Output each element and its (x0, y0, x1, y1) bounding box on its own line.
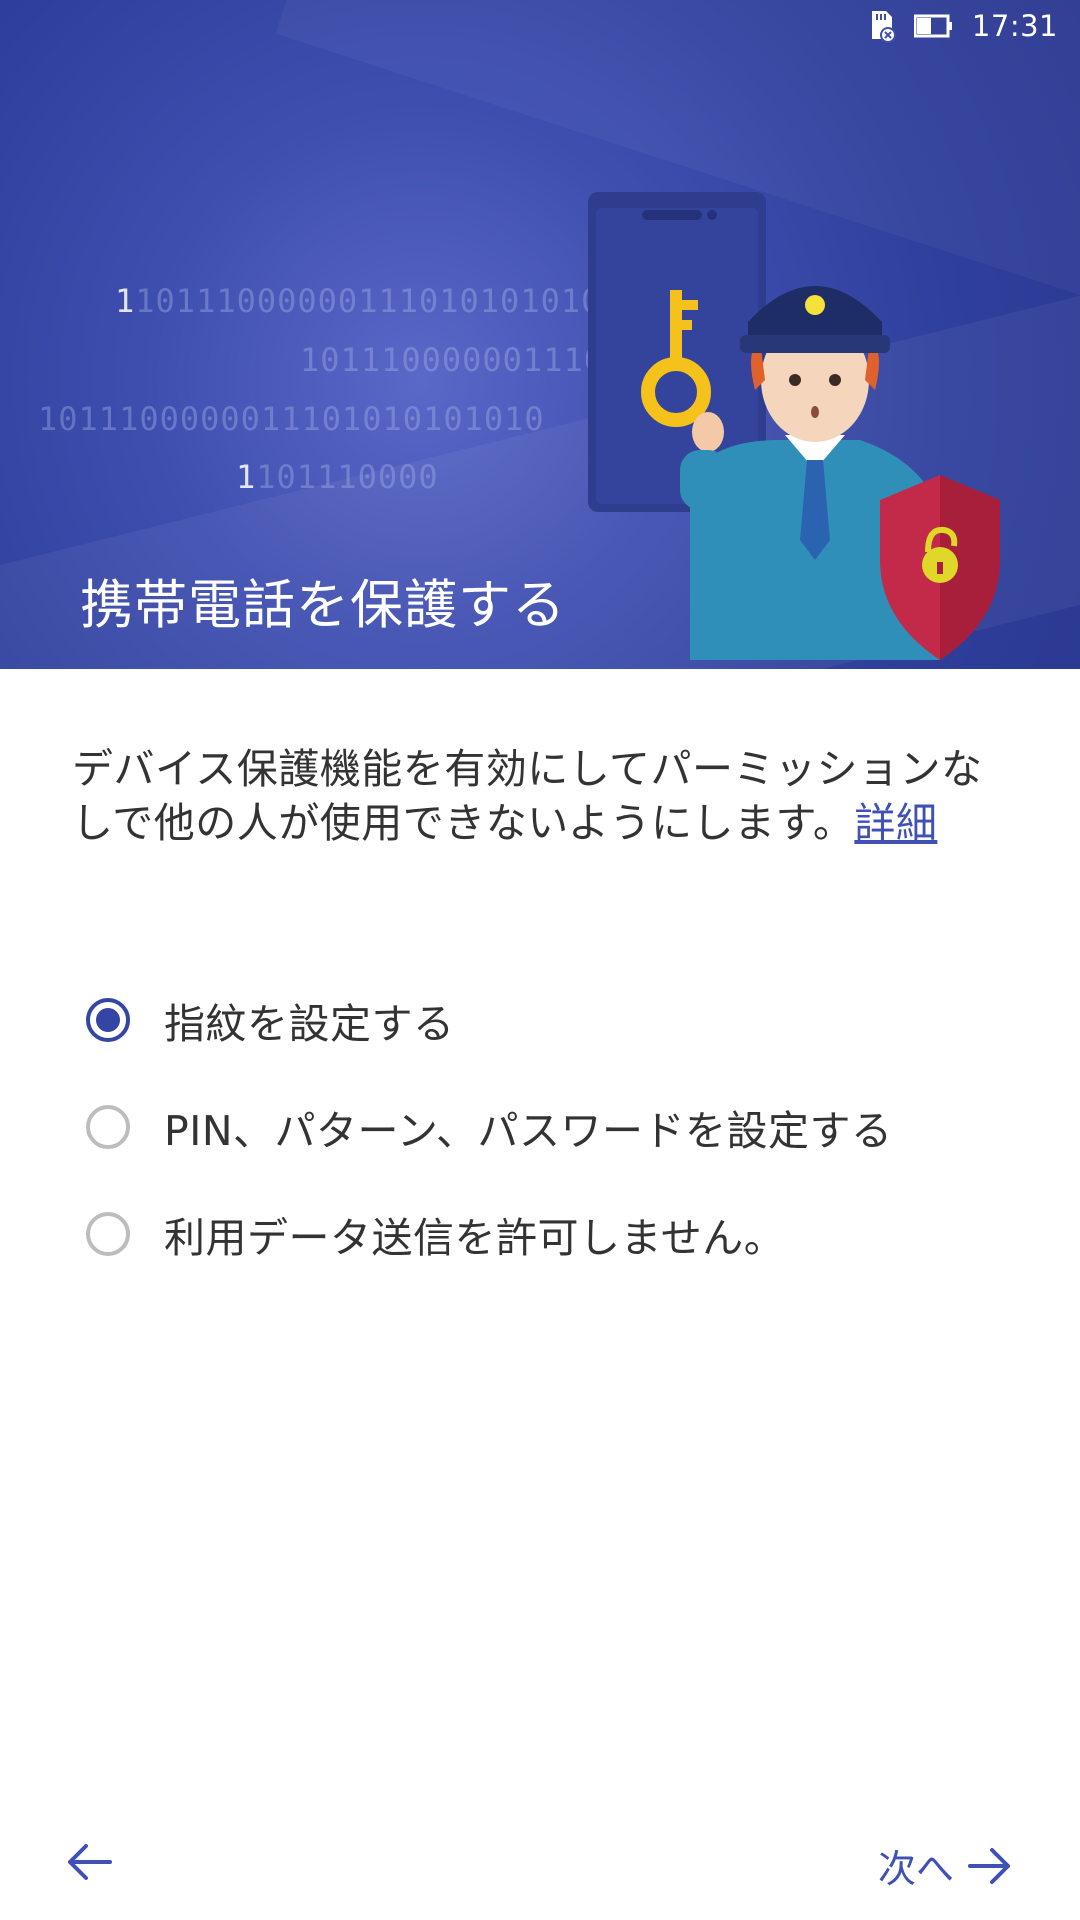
option-skip[interactable]: 利用データ送信を許可しません。 (80, 1180, 1020, 1287)
option-label: 指紋を設定する (164, 999, 455, 1048)
option-fingerprint[interactable]: 指紋を設定する (80, 966, 1020, 1073)
details-link[interactable]: 詳細 (854, 799, 937, 847)
sd-card-icon (871, 11, 896, 43)
option-label: 利用データ送信を許可しません。 (164, 1213, 786, 1262)
description-text: デバイス保護機能を有効にしてパーミッションなしで他の人が使用できないようにします… (72, 742, 1012, 850)
battery-icon (913, 14, 952, 38)
binary-text: 1011100000011101010101010 (38, 400, 545, 438)
security-options: 指紋を設定する PIN、パターン、パスワードを設定する 利用データ送信を許可しま… (80, 966, 1020, 1287)
arrow-left-icon[interactable] (64, 1840, 114, 1884)
arrow-right-icon (968, 1847, 1010, 1884)
radio-button-selected[interactable] (86, 997, 130, 1042)
radio-button[interactable] (86, 1104, 130, 1149)
binary-text: 1101110000 (236, 458, 439, 496)
option-pin-pattern-password[interactable]: PIN、パターン、パスワードを設定する (80, 1073, 1020, 1180)
next-button[interactable]: 次へ (878, 1838, 1012, 1893)
radio-button[interactable] (86, 1211, 130, 1256)
description-body: デバイス保護機能を有効にしてパーミッションなしで他の人が使用できないようにします… (72, 745, 983, 847)
status-bar: 17:31 (0, 0, 1080, 52)
option-label: PIN、パターン、パスワードを設定する (164, 1106, 893, 1155)
status-time: 17:31 (971, 9, 1058, 43)
next-label: 次へ (877, 1847, 954, 1891)
hero-banner: 17:31 11011100000011101010101010 1011100… (0, 0, 1080, 669)
page-title: 携帯電話を保護する (80, 575, 566, 636)
security-officer-illustration (588, 192, 1000, 660)
